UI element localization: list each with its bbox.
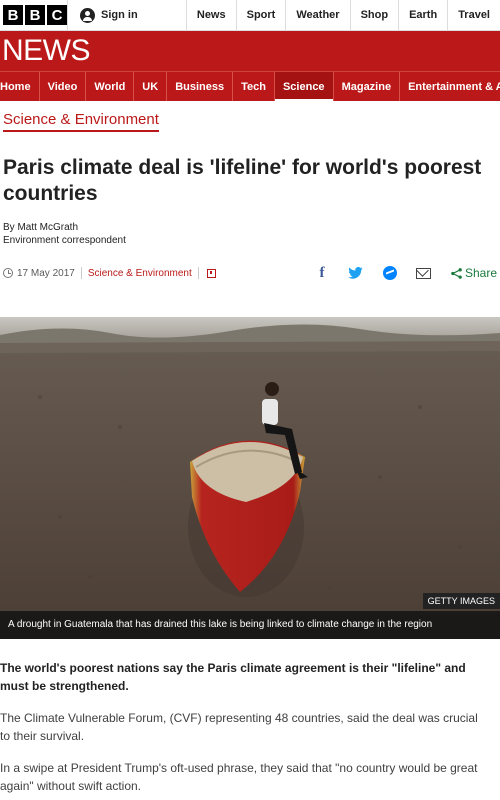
facebook-icon: f [319, 264, 325, 281]
article-headline: Paris climate deal is 'lifeline' for wor… [3, 156, 482, 205]
nav-tech[interactable]: Tech [232, 72, 274, 101]
nav-home[interactable]: Home [0, 72, 39, 101]
image-credit: GETTY IMAGES [422, 593, 500, 609]
article-paragraph: In a swipe at President Trump's oft-used… [0, 761, 478, 793]
nav-uk[interactable]: UK [133, 72, 166, 101]
share-label: Share [464, 266, 497, 280]
byline: By Matt McGrath Environment corresponden… [3, 221, 500, 247]
article-section-link[interactable]: Science & Environment [88, 268, 192, 279]
topnav-earth[interactable]: Earth [398, 0, 447, 30]
drought-photo [0, 317, 500, 639]
twitter-share-button[interactable] [339, 267, 373, 279]
image-caption: A drought in Guatemala that has drained … [0, 611, 500, 639]
topnav-sport[interactable]: Sport [235, 0, 286, 30]
nav-science[interactable]: Science [273, 72, 333, 101]
topnav-travel[interactable]: Travel [447, 0, 500, 30]
bbc-logo-letter: C [47, 5, 67, 25]
top-bar: B B C Sign in News Sport Weather Shop Ea… [0, 0, 500, 31]
article-date: 17 May 2017 [17, 267, 75, 279]
sign-in-label: Sign in [101, 9, 138, 21]
section-nav: Home Video World UK Business Tech Scienc… [0, 71, 500, 101]
topnav-shop[interactable]: Shop [349, 0, 399, 30]
section-header: Science & Environment [0, 101, 500, 141]
bbc-logo-letter: B [3, 5, 23, 25]
share-bar: f Share [305, 265, 497, 282]
article-meta: 17 May 2017 Science & Environment f Shar… [3, 265, 497, 281]
clock-icon [3, 268, 13, 278]
byline-name: By Matt McGrath [3, 222, 79, 233]
share-button[interactable]: Share [441, 266, 497, 280]
section-link[interactable]: Science & Environment [3, 111, 159, 132]
flag-icon[interactable] [206, 268, 216, 278]
topnav-news[interactable]: News [185, 0, 236, 30]
email-share-button[interactable] [407, 267, 441, 279]
lead-image: GETTY IMAGES A drought in Guatemala that… [0, 317, 500, 639]
user-icon [80, 7, 95, 23]
nav-video[interactable]: Video [38, 72, 86, 101]
meta-divider [197, 267, 199, 279]
messenger-share-button[interactable] [373, 266, 407, 280]
email-icon [416, 267, 432, 279]
nav-entertainment[interactable]: Entertainment & A [399, 72, 500, 101]
byline-role: Environment correspondent [3, 235, 126, 246]
article-paragraph: The Climate Vulnerable Forum, (CVF) repr… [0, 711, 478, 743]
nav-business[interactable]: Business [166, 72, 232, 101]
bbc-logo-letter: B [25, 5, 45, 25]
share-icon [451, 267, 462, 279]
news-logo[interactable]: NEWS [2, 36, 91, 66]
twitter-icon [348, 267, 364, 279]
nav-world[interactable]: World [85, 72, 133, 101]
topnav-weather[interactable]: Weather [285, 0, 349, 30]
nav-magazine[interactable]: Magazine [332, 72, 400, 101]
sign-in-link[interactable]: Sign in [67, 0, 186, 30]
bbc-logo[interactable]: B B C [0, 0, 67, 30]
facebook-share-button[interactable]: f [305, 265, 339, 282]
news-banner: NEWS [0, 31, 500, 71]
top-nav: News Sport Weather Shop Earth Travel [185, 0, 500, 30]
meta-divider [80, 267, 82, 279]
article-lede: The world's poorest nations say the Pari… [0, 661, 466, 693]
messenger-icon [382, 266, 397, 280]
